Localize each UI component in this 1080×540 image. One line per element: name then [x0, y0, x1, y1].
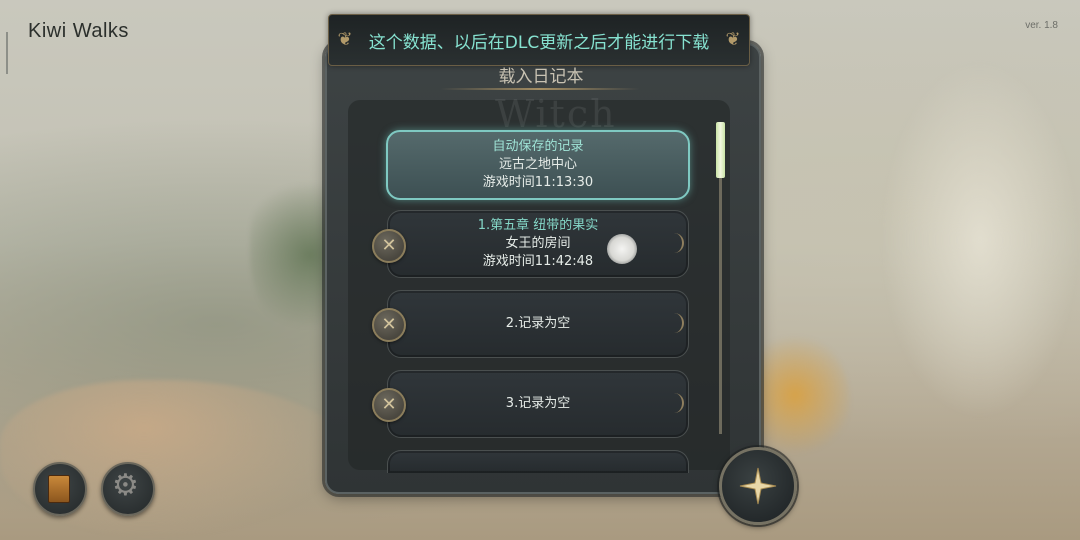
slot-label: 自动保存的记录	[492, 139, 584, 154]
settings-button[interactable]: ⚙	[101, 462, 155, 516]
slot-label: 1.第五章 纽带的果实	[477, 218, 599, 233]
delete-slot-3-button[interactable]: ✕	[372, 388, 406, 422]
delete-slot-1-button[interactable]: ✕	[372, 229, 406, 263]
ornament-right-icon: ❦	[725, 29, 741, 50]
brand-accent-bar	[6, 32, 8, 74]
ornament-left-icon: ❦	[337, 29, 353, 50]
slot-location: 远古之地中心	[498, 157, 577, 172]
x-icon: ✕	[381, 235, 397, 256]
confirm-button[interactable]	[719, 447, 797, 525]
slot-empty-label: 3.记录为空	[505, 396, 571, 411]
background-pillars	[880, 60, 1080, 420]
x-icon: ✕	[381, 394, 397, 415]
title-divider	[440, 88, 640, 90]
x-icon: ✕	[381, 314, 397, 335]
notice-text: 这个数据、以后在DLC更新之后才能进行下载	[368, 32, 710, 53]
slot-playtime: 游戏时间11:13:30	[482, 175, 594, 190]
touch-cursor	[607, 234, 637, 264]
save-slot-4-partial[interactable]	[387, 450, 689, 473]
slot-playtime: 游戏时间11:42:48	[482, 254, 594, 269]
save-slot-3[interactable]: 3.记录为空	[387, 370, 689, 438]
save-slot-1[interactable]: 1.第五章 纽带的果实 女王的房间 游戏时间11:42:48	[387, 210, 689, 278]
scrollbar-thumb[interactable]	[716, 122, 725, 178]
delete-slot-2-button[interactable]: ✕	[372, 308, 406, 342]
slot-location: 女王的房间	[505, 236, 571, 251]
gears-icon: ⚙	[112, 468, 139, 503]
compass-star-icon	[739, 467, 777, 505]
slot-end-ornament	[672, 233, 684, 253]
slot-empty-label: 2.记录为空	[505, 316, 571, 331]
save-slot-autosave[interactable]: 自动保存的记录 远古之地中心 游戏时间11:13:30	[386, 130, 690, 200]
book-icon	[48, 475, 70, 503]
brand-logo: Kiwi Walks	[28, 20, 129, 42]
save-slot-2[interactable]: 2.记录为空	[387, 290, 689, 358]
version-label: ver. 1.8	[1025, 20, 1058, 31]
background-ground	[0, 380, 360, 540]
slot-end-ornament	[672, 393, 684, 413]
slot-end-ornament	[672, 313, 684, 333]
dlc-notice-banner: ❦ 这个数据、以后在DLC更新之后才能进行下载 ❦	[328, 14, 750, 66]
diary-button[interactable]	[33, 462, 87, 516]
panel-title: 载入日记本	[498, 67, 584, 87]
